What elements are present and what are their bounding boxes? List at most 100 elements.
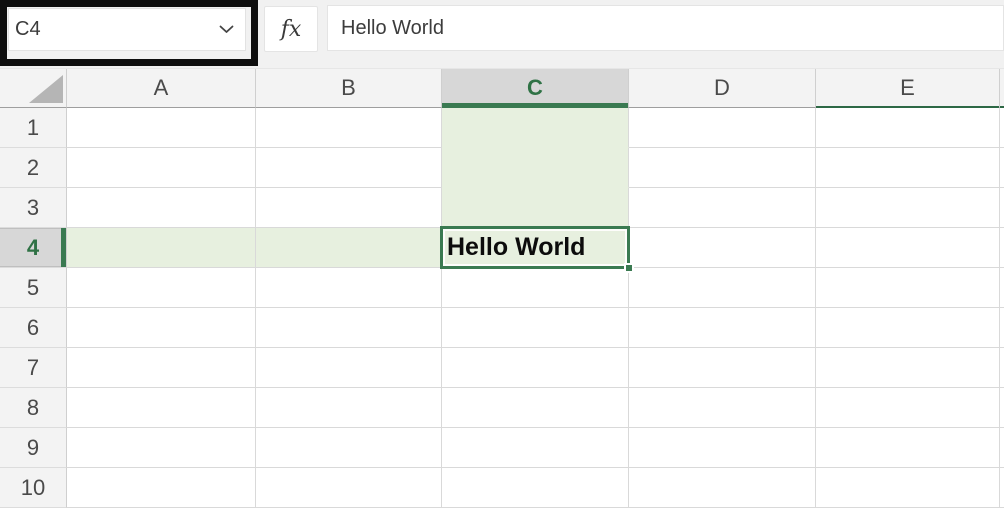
- grid-row-10: 10: [0, 468, 1004, 508]
- row-header-4[interactable]: 4: [0, 228, 67, 268]
- insert-function-button[interactable]: fx: [264, 6, 318, 52]
- cell-E8[interactable]: [816, 388, 1000, 428]
- cell-B2[interactable]: [256, 148, 442, 188]
- cell-D2[interactable]: [629, 148, 816, 188]
- grid-row-1: 1: [0, 108, 1004, 148]
- column-header-B[interactable]: B: [256, 69, 442, 108]
- cell-C2[interactable]: [442, 148, 629, 188]
- row-header-label: 8: [27, 395, 39, 421]
- cell-A1[interactable]: [67, 108, 256, 148]
- row-header-label: 7: [27, 355, 39, 381]
- cell-A9[interactable]: [67, 428, 256, 468]
- cell-C4[interactable]: Hello World: [442, 228, 629, 268]
- chevron-down-icon[interactable]: [219, 25, 234, 34]
- row-header-7[interactable]: 7: [0, 348, 67, 388]
- cell-E10[interactable]: [816, 468, 1000, 508]
- cell-A6[interactable]: [67, 308, 256, 348]
- cell-C9[interactable]: [442, 428, 629, 468]
- cell-E9[interactable]: [816, 428, 1000, 468]
- select-all-corner[interactable]: [0, 69, 67, 108]
- active-cell-value: Hello World: [447, 228, 585, 267]
- column-header-overflow: [1000, 69, 1004, 108]
- cell-D4[interactable]: [629, 228, 816, 268]
- row-header-8[interactable]: 8: [0, 388, 67, 428]
- cell-D7[interactable]: [629, 348, 816, 388]
- cell-A2[interactable]: [67, 148, 256, 188]
- grid-row-8: 8: [0, 388, 1004, 428]
- row-header-2[interactable]: 2: [0, 148, 67, 188]
- cell-E3[interactable]: [816, 188, 1000, 228]
- row-header-label: 6: [27, 315, 39, 341]
- row-header-1[interactable]: 1: [0, 108, 67, 148]
- row-header-label: 2: [27, 155, 39, 181]
- cell-C1[interactable]: [442, 108, 629, 148]
- row-header-label: 1: [27, 115, 39, 141]
- cell-E5[interactable]: [816, 268, 1000, 308]
- cell-A4[interactable]: [67, 228, 256, 268]
- formula-bar-row: C4 fx Hello World: [0, 0, 1004, 68]
- cell-overflow-2: [1000, 148, 1004, 188]
- column-header-D[interactable]: D: [629, 69, 816, 108]
- cell-C7[interactable]: [442, 348, 629, 388]
- cell-D3[interactable]: [629, 188, 816, 228]
- row-header-label: 5: [27, 275, 39, 301]
- cell-overflow-5: [1000, 268, 1004, 308]
- fill-handle[interactable]: [624, 263, 634, 273]
- grid-row-5: 5: [0, 268, 1004, 308]
- cell-overflow-10: [1000, 468, 1004, 508]
- cell-D6[interactable]: [629, 308, 816, 348]
- formula-bar[interactable]: Hello World: [327, 5, 1004, 51]
- column-header-E[interactable]: E: [816, 69, 1000, 108]
- row-header-3[interactable]: 3: [0, 188, 67, 228]
- cell-D8[interactable]: [629, 388, 816, 428]
- row-header-10[interactable]: 10: [0, 468, 67, 508]
- cell-C6[interactable]: [442, 308, 629, 348]
- cell-E1[interactable]: [816, 108, 1000, 148]
- cell-E2[interactable]: [816, 148, 1000, 188]
- column-header-C[interactable]: C: [442, 69, 629, 108]
- cell-B4[interactable]: [256, 228, 442, 268]
- cell-B6[interactable]: [256, 308, 442, 348]
- cell-E7[interactable]: [816, 348, 1000, 388]
- formula-bar-value[interactable]: Hello World: [328, 17, 444, 40]
- cell-C5[interactable]: [442, 268, 629, 308]
- fx-icon: fx: [281, 17, 302, 42]
- cell-A8[interactable]: [67, 388, 256, 428]
- row-header-6[interactable]: 6: [0, 308, 67, 348]
- cell-B10[interactable]: [256, 468, 442, 508]
- cell-A5[interactable]: [67, 268, 256, 308]
- cell-B7[interactable]: [256, 348, 442, 388]
- cell-C10[interactable]: [442, 468, 629, 508]
- cell-E4[interactable]: [816, 228, 1000, 268]
- name-box-value[interactable]: C4: [9, 18, 219, 41]
- grid-row-3: 3: [0, 188, 1004, 228]
- column-header-A[interactable]: A: [67, 69, 256, 108]
- cell-C3[interactable]: [442, 188, 629, 228]
- row-header-9[interactable]: 9: [0, 428, 67, 468]
- row-header-label: 10: [21, 475, 45, 501]
- cell-B3[interactable]: [256, 188, 442, 228]
- row-header-label: 3: [27, 195, 39, 221]
- cell-overflow-6: [1000, 308, 1004, 348]
- cell-C8[interactable]: [442, 388, 629, 428]
- cell-overflow-1: [1000, 108, 1004, 148]
- spreadsheet-app: C4 fx Hello World ABCDE 1 2 3 4 Hello World 5…: [0, 0, 1004, 510]
- cell-A7[interactable]: [67, 348, 256, 388]
- cell-B5[interactable]: [256, 268, 442, 308]
- row-header-5[interactable]: 5: [0, 268, 67, 308]
- cell-A3[interactable]: [67, 188, 256, 228]
- cell-D1[interactable]: [629, 108, 816, 148]
- grid-row-9: 9: [0, 428, 1004, 468]
- cell-E6[interactable]: [816, 308, 1000, 348]
- cell-D5[interactable]: [629, 268, 816, 308]
- cell-D10[interactable]: [629, 468, 816, 508]
- cell-D9[interactable]: [629, 428, 816, 468]
- cell-overflow-7: [1000, 348, 1004, 388]
- cell-B1[interactable]: [256, 108, 442, 148]
- name-box[interactable]: C4: [8, 8, 246, 51]
- cell-B8[interactable]: [256, 388, 442, 428]
- cell-B9[interactable]: [256, 428, 442, 468]
- cell-A10[interactable]: [67, 468, 256, 508]
- row-header-label: 4: [27, 235, 39, 261]
- grid-row-4: 4 Hello World: [0, 228, 1004, 268]
